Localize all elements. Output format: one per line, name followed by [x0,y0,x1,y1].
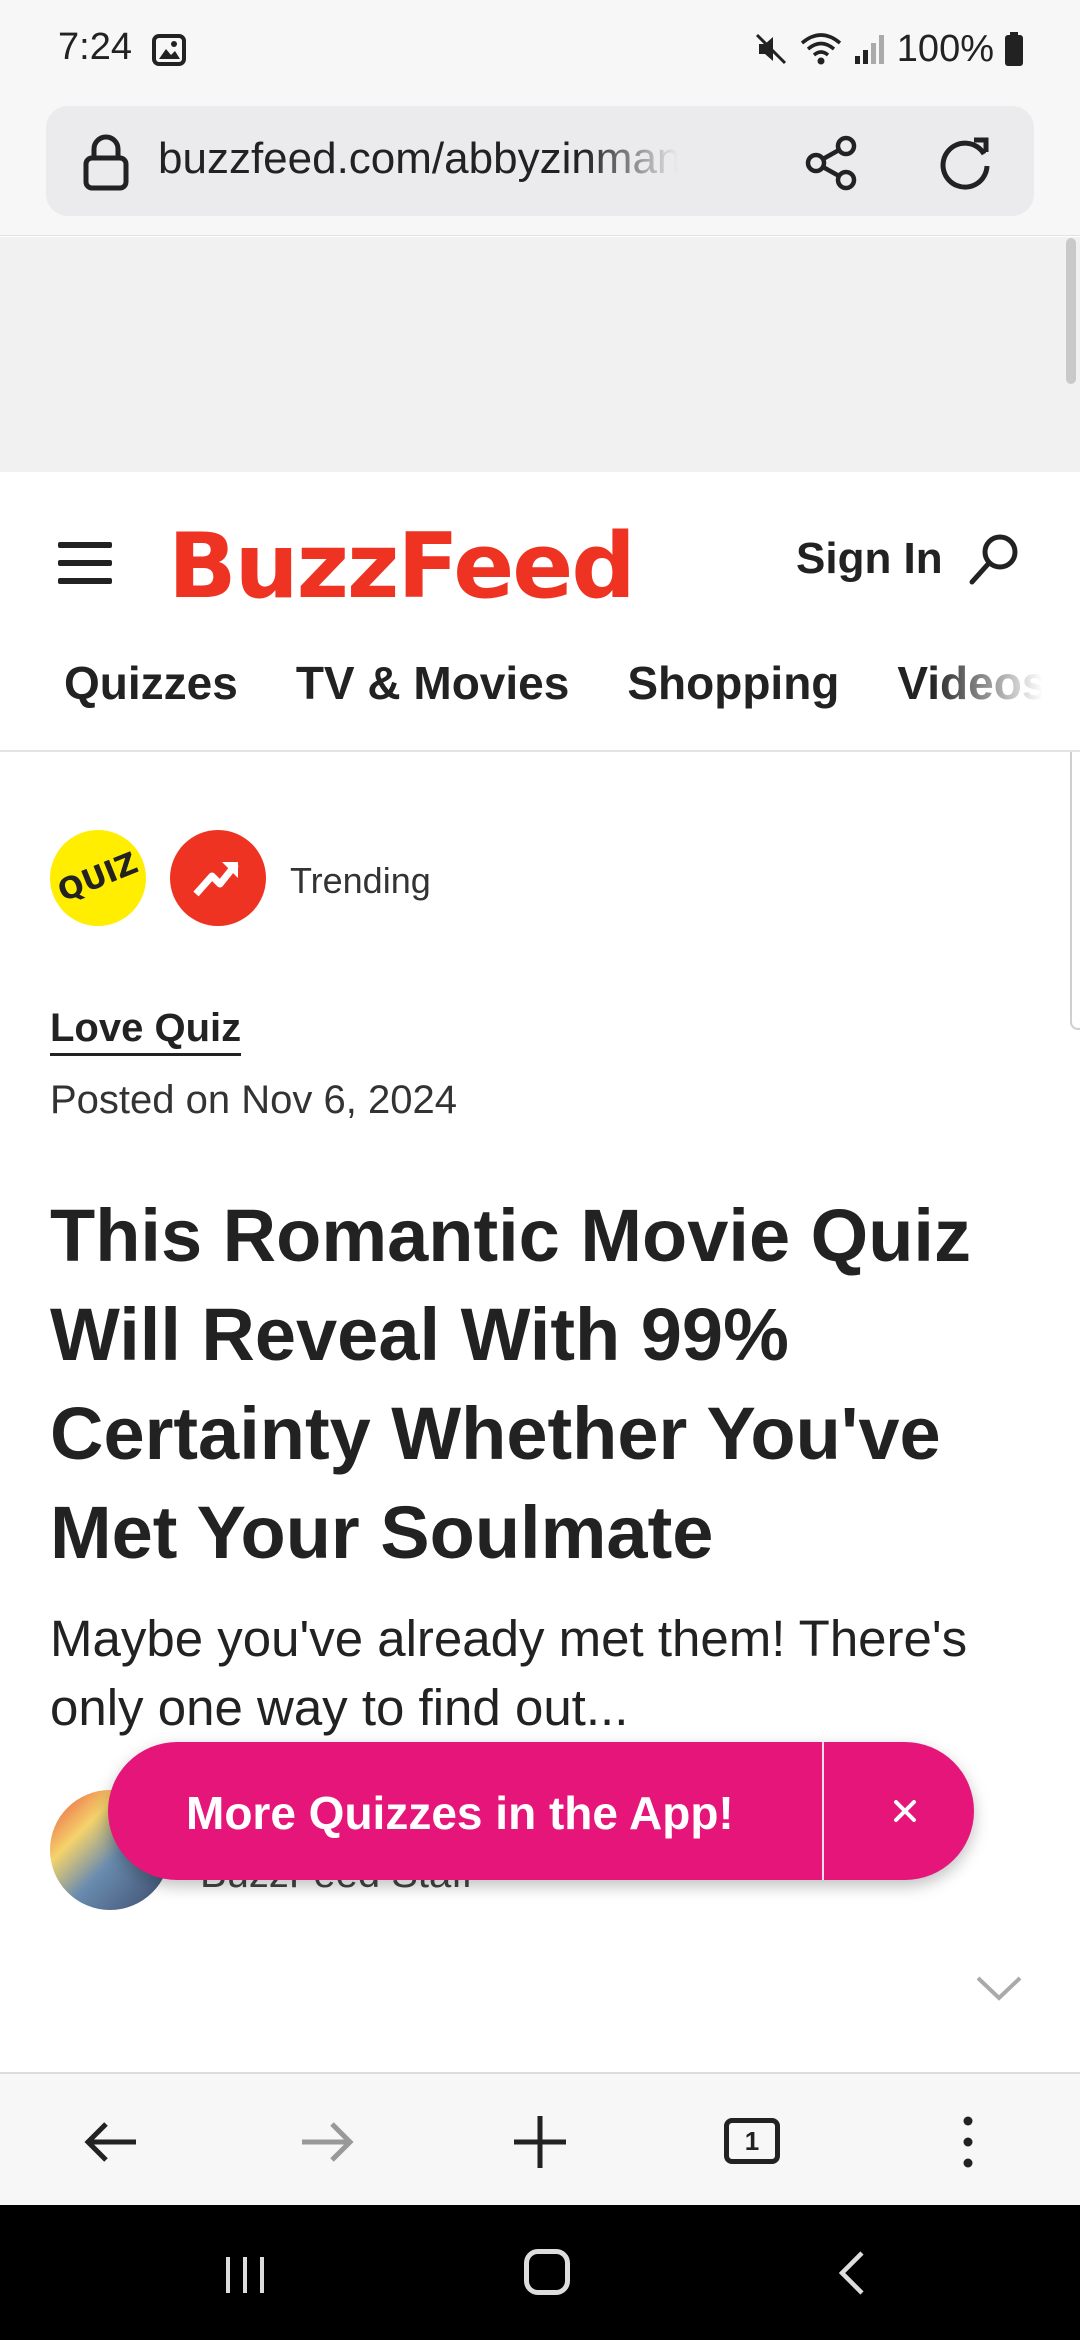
post-date: Posted on Nov 6, 2024 [50,1078,457,1122]
home-icon[interactable] [524,2249,570,2295]
url-text[interactable]: buzzfeed.com/abbyzinman/romantic-movie-q… [158,134,678,184]
lock-icon[interactable] [80,132,132,192]
nav-tv-movies[interactable]: TV & Movies [296,656,570,710]
category-link[interactable]: Love Quiz [50,1006,242,1056]
article-dek: Maybe you've already met them! There's o… [50,1610,968,1736]
site-header: BuzzFeed Sign In Quizzes TV & Movies Sho… [0,472,1080,752]
hamburger-menu-icon[interactable] [58,542,112,586]
back-icon[interactable] [82,2112,142,2172]
nav-shopping[interactable]: Shopping [627,656,839,710]
signal-icon [854,35,884,64]
trending-badge[interactable] [170,830,266,926]
photo-icon [152,34,186,66]
share-icon[interactable] [802,134,860,192]
tab-count: 1 [724,2118,780,2164]
nav-fade [930,642,1080,732]
page-scrollbar[interactable] [1066,238,1076,384]
nav-quizzes[interactable]: Quizzes [64,656,238,710]
new-tab-icon[interactable] [510,2112,570,2172]
app-promo-button[interactable]: More Quizzes in the App! [186,1786,734,1840]
chevron-down-icon[interactable] [972,1970,1026,2006]
trending-label[interactable]: Trending [290,860,431,902]
status-time: 7:24 [58,26,132,68]
battery-icon [1005,32,1023,66]
trending-arrow-icon [193,861,239,897]
section-nav: Quizzes TV & Movies Shopping Videos [64,656,1047,710]
address-bar[interactable]: buzzfeed.com/abbyzinman/romantic-movie-q… [46,106,1034,216]
status-icons: 100% [753,24,1024,74]
status-bar: 7:24 100% [0,0,1080,98]
tabs-icon[interactable]: 1 [724,2118,784,2178]
wifi-icon [800,33,841,65]
quiz-badge[interactable]: QUIZ [50,830,146,926]
reload-icon[interactable] [934,132,996,194]
menu-icon[interactable] [938,2112,998,2172]
ad-placeholder [0,237,1080,472]
quiz-badge-label: QUIZ [53,845,143,910]
article-headline: This Romantic Movie Quiz Will Reveal Wit… [50,1194,971,1574]
sign-in-link[interactable]: Sign In [796,534,943,584]
battery-percent: 100% [896,27,994,70]
browser-toolbar: buzzfeed.com/abbyzinman/romantic-movie-q… [0,98,1080,236]
browser-bottom-toolbar: 1 [0,2072,1080,2205]
close-icon[interactable] [872,1778,938,1844]
recent-apps-icon[interactable] [222,2255,268,2295]
system-back-icon[interactable] [836,2249,866,2297]
promo-divider [822,1742,824,1880]
app-promo-banner[interactable]: More Quizzes in the App! [108,1742,974,1880]
search-icon[interactable] [966,530,1024,588]
forward-icon[interactable] [296,2112,356,2172]
buzzfeed-logo[interactable]: BuzzFeed [168,514,636,619]
system-nav-bar [0,2205,1080,2340]
mute-icon [755,33,786,65]
